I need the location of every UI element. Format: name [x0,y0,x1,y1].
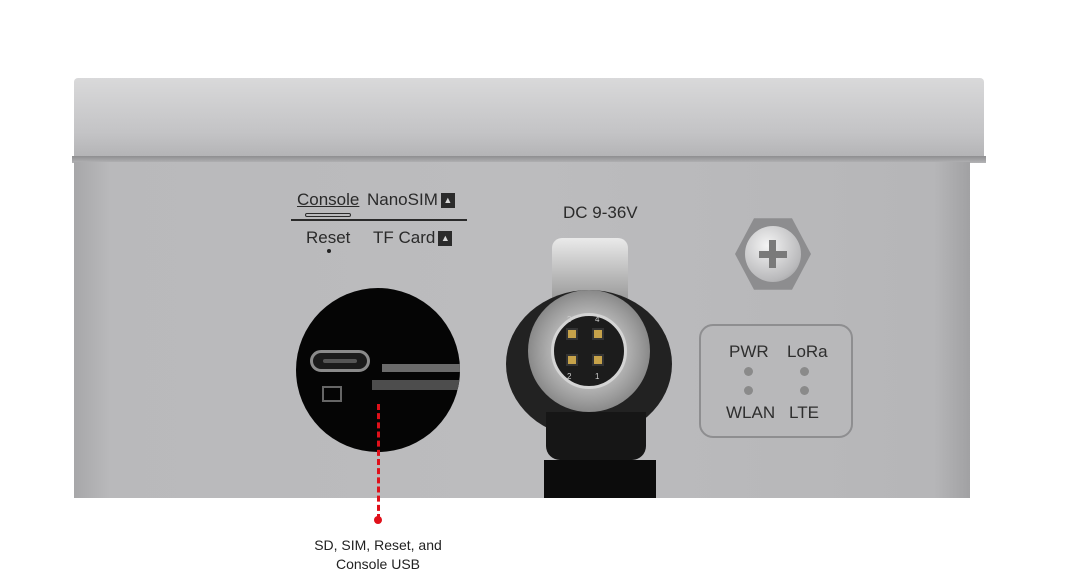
pin [592,354,604,366]
reset-label: Reset [306,228,351,247]
connector-base [544,460,656,498]
reset-dot-icon [327,249,331,253]
up-arrow-icon: ▲ [438,231,453,247]
led-label-lora: LoRa [787,342,828,361]
pin [592,328,604,340]
up-arrow-icon: ▲ [440,193,455,209]
tf-card-label: TF Card ▲ [373,228,453,248]
usb-symbol-icon [305,213,351,217]
pin [566,354,578,366]
led-pwr [744,367,753,376]
led-wlan [744,386,753,395]
led-label-lte: LTE [789,403,819,422]
pin-number: 2 [567,372,572,381]
callout-caption: SD, SIM, Reset, and Console USB [314,537,442,572]
nanosim-label: NanoSIM ▲ [367,190,455,210]
device-lid [74,78,984,158]
led-label-wlan: WLAN [726,403,776,422]
connector-cap [552,238,628,298]
dc-power-connector[interactable]: 3 4 2 1 [506,232,672,460]
connector-cable [546,412,646,460]
nanosim-label-text: NanoSIM [367,190,438,209]
pin-number: 1 [595,372,600,381]
reset-button[interactable] [322,386,342,402]
callout-line [377,404,380,520]
ground-screw [735,216,811,292]
led-lte [800,386,809,395]
plus-icon [769,240,776,268]
tf-card-slot[interactable] [372,380,460,390]
connector-socket: 3 4 2 1 [551,313,627,389]
pin-number: 4 [595,315,600,324]
led-label-pwr: PWR [729,342,769,361]
pin [566,328,578,340]
led-indicator-panel: PWR LoRa WLAN LTE [699,324,853,438]
usb-c-port[interactable] [310,350,370,372]
pin-number: 3 [567,315,572,324]
led-lora [800,367,809,376]
label-divider [291,219,467,221]
nanosim-slot[interactable] [382,364,460,372]
tf-card-label-text: TF Card [373,228,436,247]
callout-dot [374,516,382,524]
power-label: DC 9-36V [563,203,638,222]
console-label: Console [297,190,360,209]
